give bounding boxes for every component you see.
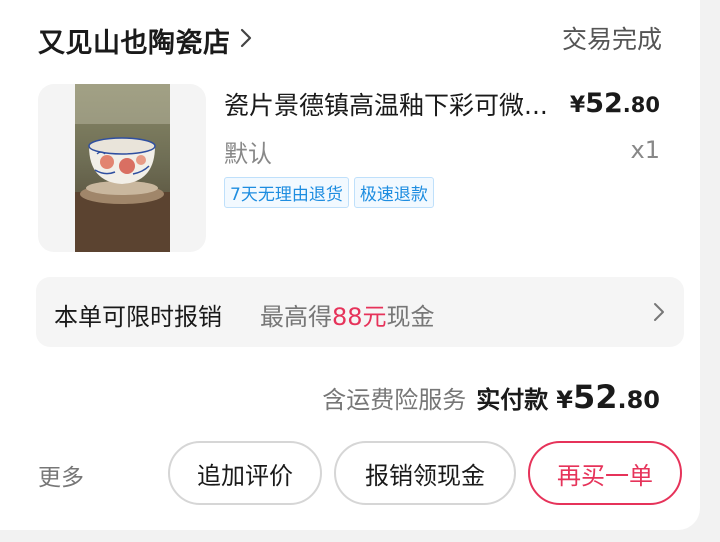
total-decimal: .80 [617,386,660,414]
service-tags: 7天无理由退货 极速退款 [224,177,434,208]
reimburse-cash-button[interactable]: 报销领现金 [334,441,516,505]
total-line: 含运费险服务 实付款 ¥52.80 [322,378,660,416]
shipping-insurance-note: 含运费险服务 [322,386,467,414]
reimburse-title: 本单可限时报销 [54,303,222,331]
order-card: 又见山也陶瓷店 交易完成 瓷片景德镇高温釉下彩可微... ¥52.80 默认 x… [0,0,700,530]
product-image [75,84,170,252]
product-title[interactable]: 瓷片景德镇高温釉下彩可微... [224,86,584,122]
tag-fast-refund: 极速退款 [353,177,434,208]
product-price: ¥52.80 [570,88,660,119]
price-decimal: .80 [622,93,660,117]
tag-no-reason-return: 7天无理由退货 [224,177,349,208]
add-review-button[interactable]: 追加评价 [168,441,322,505]
order-status: 交易完成 [561,25,662,54]
more-button[interactable]: 更多 [38,458,84,492]
reimburse-desc-prefix: 最高得 [260,303,332,331]
product-quantity: x1 [630,136,660,164]
shop-name[interactable]: 又见山也陶瓷店 [38,21,231,60]
reimburse-desc: 最高得88元现金 [260,297,435,332]
chevron-right-icon[interactable] [652,301,666,327]
price-symbol: ¥ [569,93,586,118]
reimburse-desc-suffix: 现金 [386,303,435,331]
total-integer: 52 [572,378,618,416]
paid-amount-label: 实付款 [476,386,549,414]
price-integer: 52 [585,88,623,119]
reimburse-amount: 88元 [332,303,387,331]
buy-again-button[interactable]: 再买一单 [528,441,682,505]
chevron-right-icon[interactable] [239,27,253,53]
reimburse-banner[interactable]: 本单可限时报销 最高得88元现金 [36,277,684,347]
total-symbol: ¥ [556,386,573,414]
product-thumbnail[interactable] [38,84,206,252]
product-variant: 默认 [224,140,272,168]
shop-header[interactable]: 又见山也陶瓷店 [38,18,253,62]
